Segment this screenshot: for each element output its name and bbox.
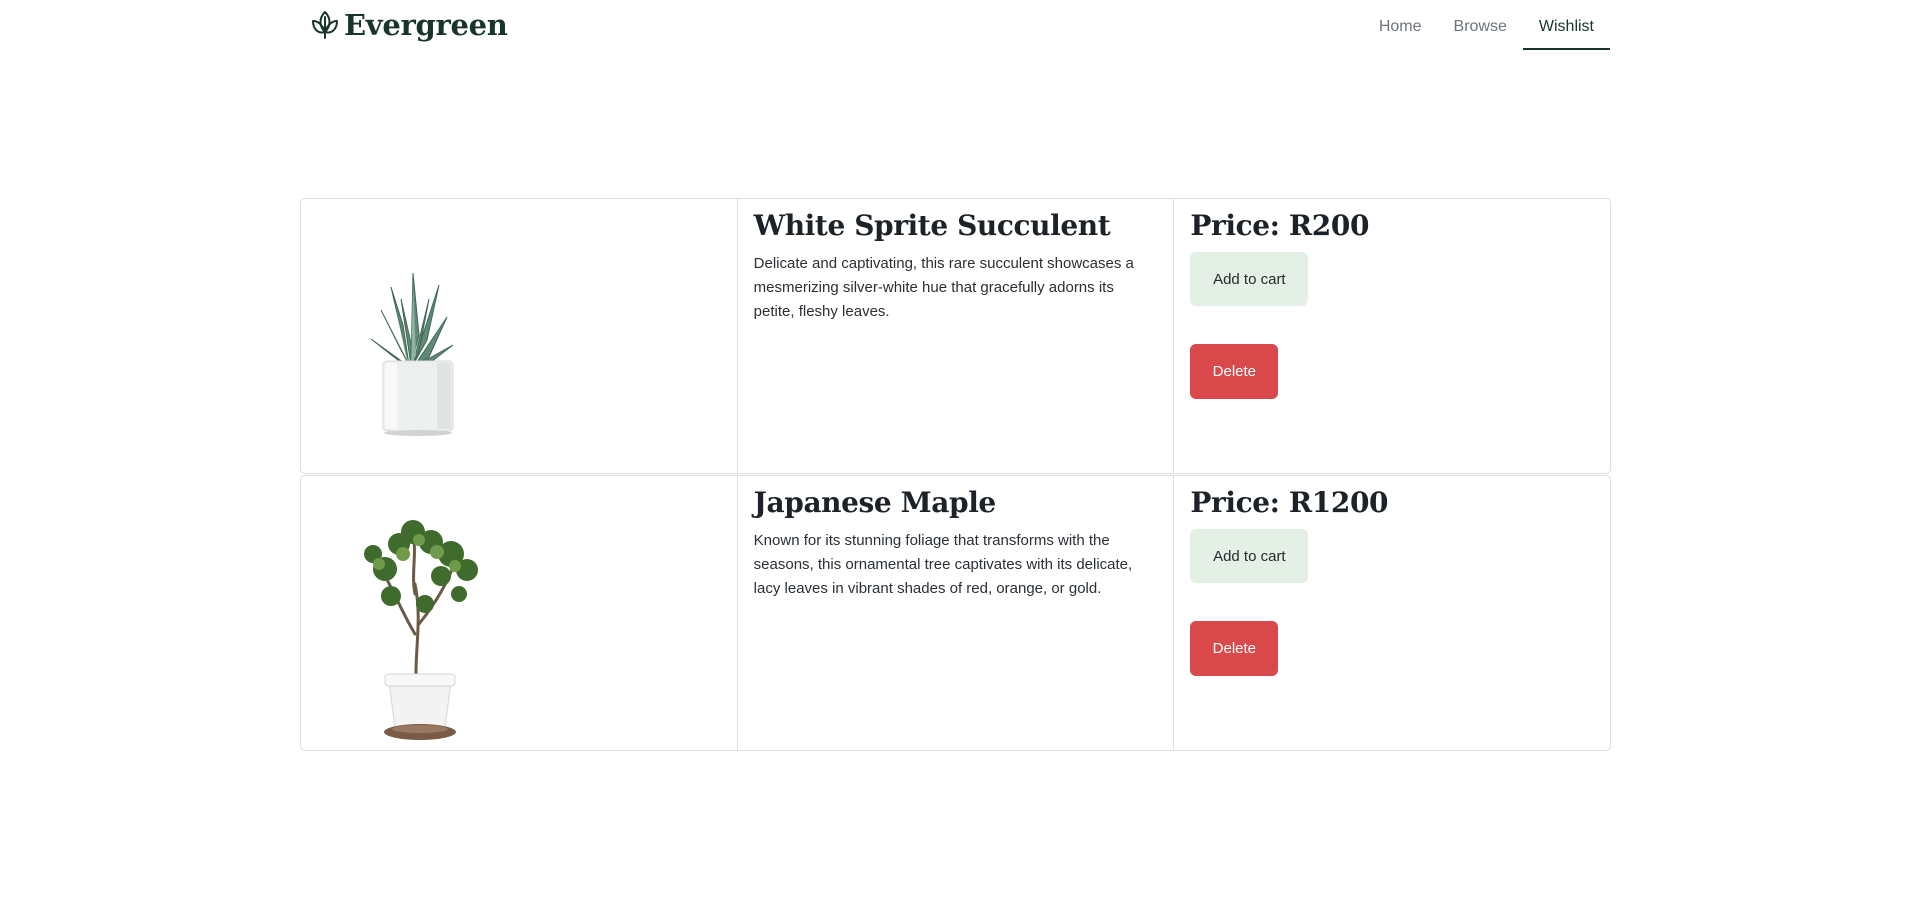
- succulent-image: [370, 272, 454, 436]
- product-actions-cell: Price: R1200 Add to cart Delete: [1173, 476, 1610, 750]
- product-price: Price: R200: [1190, 209, 1370, 242]
- leaf-icon: [312, 11, 338, 39]
- product-image-cell: [301, 199, 737, 473]
- product-info-cell: White Sprite Succulent Delicate and capt…: [736, 199, 1174, 473]
- japanese-maple-image: [364, 520, 478, 740]
- nav-home[interactable]: Home: [1363, 0, 1438, 48]
- product-description: Delicate and captivating, this rare succ…: [753, 255, 1134, 320]
- brand-link[interactable]: Evergreen: [310, 8, 508, 42]
- product-name: White Sprite Succulent: [753, 209, 1111, 242]
- nav-wishlist[interactable]: Wishlist: [1522, 0, 1610, 50]
- delete-button[interactable]: Delete: [1190, 344, 1279, 399]
- brand-name: Evergreen: [344, 8, 508, 42]
- wishlist-list: White Sprite Succulent Delicate and capt…: [300, 198, 1611, 752]
- nav-browse[interactable]: Browse: [1438, 0, 1523, 48]
- product-image-cell: [301, 476, 737, 750]
- product-name: Japanese Maple: [753, 486, 997, 519]
- add-to-cart-button[interactable]: Add to cart: [1190, 252, 1309, 306]
- delete-button[interactable]: Delete: [1190, 621, 1279, 676]
- product-description: Known for its stunning foliage that tran…: [753, 532, 1133, 597]
- product-actions-cell: Price: R200 Add to cart Delete: [1173, 199, 1610, 473]
- wishlist-item: White Sprite Succulent Delicate and capt…: [300, 198, 1611, 474]
- add-to-cart-button[interactable]: Add to cart: [1190, 529, 1309, 583]
- product-price: Price: R1200: [1190, 486, 1389, 519]
- wishlist-item: Japanese Maple Known for its stunning fo…: [300, 475, 1611, 751]
- main-nav: Home Browse Wishlist: [1363, 0, 1610, 50]
- navbar: Evergreen Home Browse Wishlist: [300, 0, 1610, 54]
- product-info-cell: Japanese Maple Known for its stunning fo…: [736, 476, 1174, 750]
